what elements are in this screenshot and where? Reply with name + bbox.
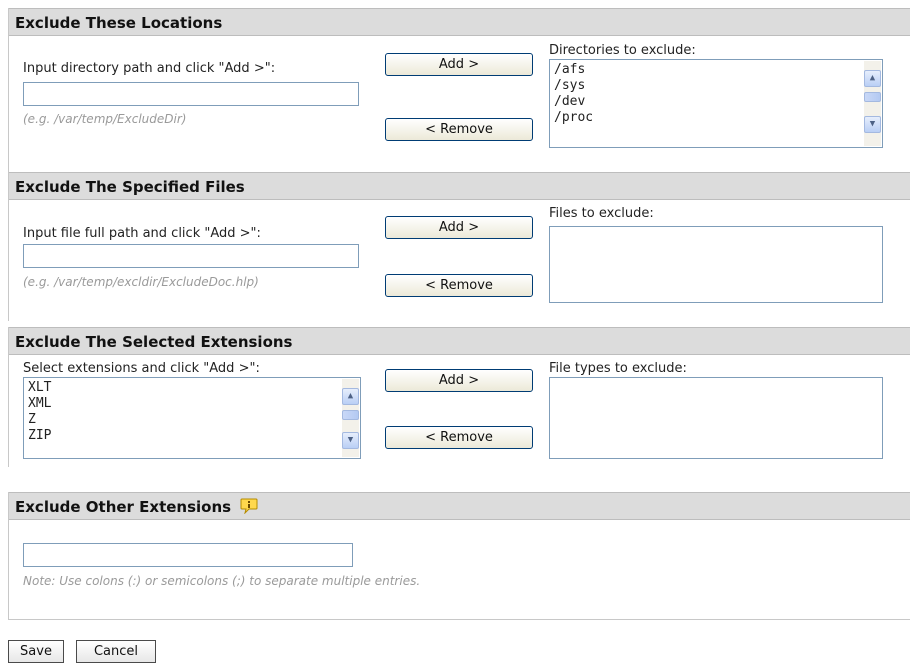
remove-extension-button[interactable]: < Remove	[385, 426, 533, 449]
list-item[interactable]: ZIP	[28, 428, 51, 444]
extensions-scrollbar[interactable]: ▲ ▼	[342, 379, 359, 457]
file-input-label: Input file full path and click "Add >":	[23, 226, 261, 241]
add-directory-button[interactable]: Add >	[385, 53, 533, 76]
extensions-items: XLT XML Z ZIP	[28, 380, 51, 444]
file-types-list-label: File types to exclude:	[549, 361, 687, 376]
files-section: Exclude The Specified Files Input file f…	[8, 172, 910, 321]
extensions-select-list[interactable]: XLT XML Z ZIP ▲ ▼	[23, 377, 361, 459]
other-extensions-section: Exclude Other Extensions Note: Use colon…	[8, 492, 910, 620]
add-extension-button[interactable]: Add >	[385, 369, 533, 392]
add-file-button[interactable]: Add >	[385, 216, 533, 239]
cancel-button[interactable]: Cancel	[76, 640, 156, 663]
directories-scrollbar[interactable]: ▲ ▼	[864, 61, 881, 146]
remove-directory-button[interactable]: < Remove	[385, 118, 533, 141]
locations-header: Exclude These Locations	[9, 8, 910, 36]
other-extensions-input[interactable]	[23, 543, 353, 567]
directories-items: /afs /sys /dev /proc	[554, 62, 593, 126]
list-item[interactable]: XML	[28, 396, 51, 412]
files-header: Exclude The Specified Files	[9, 172, 910, 200]
locations-body: Input directory path and click "Add >": …	[9, 36, 910, 172]
extensions-section: Exclude The Selected Extensions Select e…	[8, 327, 910, 467]
file-types-exclude-list[interactable]	[549, 377, 883, 459]
info-speech-bubble-icon[interactable]	[240, 498, 258, 515]
extensions-title: Exclude The Selected Extensions	[15, 333, 293, 351]
directory-path-input[interactable]	[23, 82, 359, 106]
directory-hint: (e.g. /var/temp/ExcludeDir)	[23, 112, 187, 126]
files-exclude-list[interactable]	[549, 226, 883, 303]
extensions-body: Select extensions and click "Add >": XLT…	[9, 355, 910, 467]
locations-title: Exclude These Locations	[15, 14, 223, 32]
list-item[interactable]: /afs	[554, 62, 593, 78]
list-item[interactable]: /proc	[554, 110, 593, 126]
scrollbar-thumb[interactable]	[864, 92, 881, 102]
locations-section: Exclude These Locations Input directory …	[8, 8, 910, 172]
list-item[interactable]: /sys	[554, 78, 593, 94]
files-body: Input file full path and click "Add >": …	[9, 200, 910, 321]
other-extensions-title: Exclude Other Extensions	[15, 498, 232, 516]
scroll-down-icon[interactable]: ▼	[342, 432, 359, 449]
remove-file-button[interactable]: < Remove	[385, 274, 533, 297]
files-list-label: Files to exclude:	[549, 206, 654, 221]
list-item[interactable]: Z	[28, 412, 51, 428]
scrollbar-thumb[interactable]	[342, 410, 359, 420]
files-title: Exclude The Specified Files	[15, 178, 245, 196]
extensions-select-label: Select extensions and click "Add >":	[23, 361, 260, 376]
scroll-down-icon[interactable]: ▼	[864, 116, 881, 133]
directories-exclude-list[interactable]: /afs /sys /dev /proc ▲ ▼	[549, 59, 883, 148]
separator-note: Note: Use colons (:) or semicolons (;) t…	[23, 574, 421, 588]
other-extensions-header: Exclude Other Extensions	[9, 492, 910, 520]
directories-list-label: Directories to exclude:	[549, 43, 696, 58]
scroll-up-icon[interactable]: ▲	[342, 388, 359, 405]
file-path-input[interactable]	[23, 244, 359, 268]
scroll-up-icon[interactable]: ▲	[864, 70, 881, 87]
list-item[interactable]: /dev	[554, 94, 593, 110]
directory-input-label: Input directory path and click "Add >":	[23, 61, 276, 76]
other-extensions-body: Note: Use colons (:) or semicolons (;) t…	[9, 520, 910, 620]
save-button[interactable]: Save	[8, 640, 64, 663]
file-hint: (e.g. /var/temp/excldir/ExcludeDoc.hlp)	[23, 275, 259, 289]
extensions-header: Exclude The Selected Extensions	[9, 327, 910, 355]
list-item[interactable]: XLT	[28, 380, 51, 396]
